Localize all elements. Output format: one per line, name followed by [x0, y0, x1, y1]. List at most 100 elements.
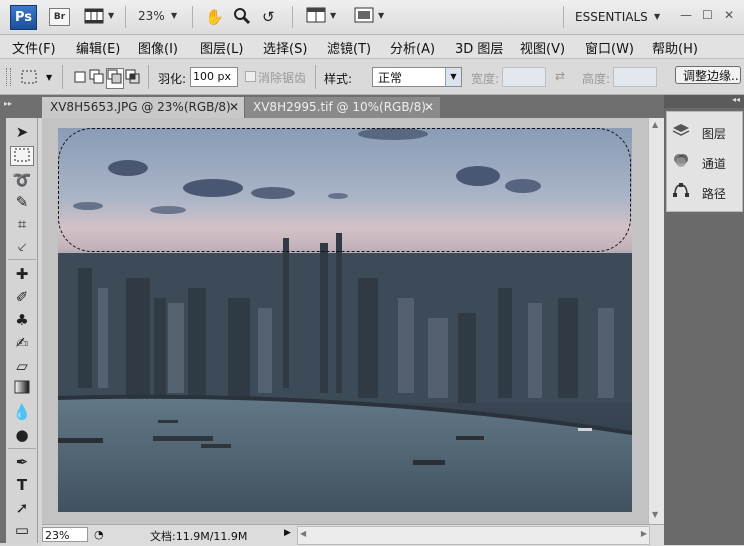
collapse-arrows-icon[interactable]: ▸▸ [4, 99, 12, 108]
gradient-tool-icon[interactable] [10, 379, 34, 399]
chevron-down-icon[interactable]: ▼ [378, 11, 384, 20]
divider [148, 65, 149, 89]
chevron-down-icon[interactable]: ▼ [330, 11, 336, 20]
options-bar: ▼ 羽化: 100 px 消除锯齿 样式: 正常 ▼ 宽度: ⇄ 高度: 调整边… [0, 59, 744, 95]
divider [563, 6, 564, 28]
style-select[interactable]: 正常 ▼ [372, 67, 462, 87]
menu-image[interactable]: 图像(I) [138, 38, 178, 57]
scroll-right-icon[interactable]: ▶ [641, 529, 647, 538]
menu-edit[interactable]: 编辑(E) [76, 38, 120, 57]
panel-item-label: 路径 [701, 187, 726, 201]
menu-bar: 文件(F) 编辑(E) 图像(I) 图层(L) 选择(S) 滤镜(T) 分析(A… [0, 35, 744, 59]
panel-item-label: 图层 [701, 127, 726, 141]
tab-label: XV8H2995.tif @ 10%(RGB/8) [253, 100, 426, 114]
history-brush-tool-icon[interactable]: ✍ [10, 333, 34, 353]
close-icon[interactable]: ✕ [229, 97, 239, 117]
brush-tool-icon[interactable]: ✐ [10, 287, 34, 307]
eyedropper-tool-icon[interactable]: ⸔ [10, 237, 34, 257]
scroll-up-icon[interactable]: ▲ [652, 120, 658, 129]
tab-document-2[interactable]: XV8H2995.tif @ 10%(RGB/8) ✕ [245, 97, 440, 118]
path-selection-tool-icon[interactable]: ➚ [10, 498, 34, 518]
swap-icon[interactable]: ⇄ [555, 69, 565, 83]
new-selection-icon[interactable] [72, 69, 88, 88]
hand-tool-icon[interactable]: ✋ [205, 7, 224, 27]
panel-item-layers[interactable]: 图层 [672, 122, 726, 144]
menu-analysis[interactable]: 分析(A) [390, 38, 435, 57]
divider [125, 6, 126, 28]
quick-selection-tool-icon[interactable]: ✎ [10, 192, 34, 212]
zoom-level[interactable]: 23% [138, 9, 165, 23]
tab-document-1[interactable]: XV8H5653.JPG @ 23%(RGB/8) ✕ [42, 97, 244, 118]
move-tool-icon[interactable]: ➤ [10, 122, 34, 142]
width-input[interactable] [502, 67, 546, 87]
zoom-input[interactable]: 23% [42, 527, 88, 542]
chevron-down-icon[interactable]: ▼ [654, 12, 660, 21]
menu-view[interactable]: 视图(V) [520, 38, 565, 57]
menu-window[interactable]: 窗口(W) [585, 38, 634, 57]
panel-item-channels[interactable]: 通道 [672, 152, 726, 174]
panel-item-paths[interactable]: 路径 [672, 182, 726, 204]
rotate-view-icon[interactable]: ↺ [262, 7, 275, 27]
minimize-icon[interactable]: — [680, 8, 692, 22]
divider [292, 6, 293, 28]
subtract-selection-icon[interactable] [106, 68, 124, 89]
style-label: 样式: [324, 72, 353, 86]
chevron-down-icon[interactable]: ▼ [46, 73, 52, 82]
collapse-arrows-icon[interactable]: ◂◂ [732, 95, 740, 104]
layers-icon [672, 122, 692, 145]
antialias-checkbox[interactable] [245, 71, 256, 82]
menu-3d[interactable]: 3D 图层 [455, 38, 503, 57]
zoom-tool-icon[interactable] [233, 7, 251, 27]
lasso-tool-icon[interactable]: ➰ [10, 170, 34, 190]
panel-item-label: 通道 [701, 157, 726, 171]
horizontal-scrollbar[interactable]: ◀ ▶ [297, 526, 650, 545]
add-selection-icon[interactable] [89, 69, 105, 88]
menu-filter[interactable]: 滤镜(T) [327, 38, 371, 57]
film-strip-icon[interactable] [84, 7, 104, 27]
crop-tool-icon[interactable]: ⌗ [10, 214, 34, 234]
screen-mode-icon[interactable] [354, 7, 374, 27]
healing-brush-tool-icon[interactable]: ✚ [10, 264, 34, 284]
marquee-tool-icon[interactable] [10, 146, 34, 166]
chevron-down-icon[interactable]: ▼ [445, 68, 461, 86]
type-tool-icon[interactable]: T [10, 475, 34, 495]
height-input[interactable] [613, 67, 657, 87]
shape-tool-icon[interactable]: ▭ [10, 520, 34, 540]
marquee-preset-icon[interactable] [20, 69, 38, 88]
width-label: 宽度: [471, 72, 500, 86]
scroll-down-icon[interactable]: ▼ [652, 510, 658, 519]
menu-file[interactable]: 文件(F) [12, 38, 56, 57]
bridge-button[interactable]: Br [49, 8, 70, 26]
status-bar: 23% ◔ 文档:11.9M/11.9M ▶ ◀ ▶ [42, 524, 664, 546]
chevron-down-icon[interactable]: ▼ [171, 11, 177, 20]
divider [315, 65, 316, 89]
dodge-tool-icon[interactable]: ● [10, 425, 34, 445]
maximize-icon[interactable]: ☐ [702, 8, 713, 22]
blur-tool-icon[interactable]: 💧 [10, 402, 34, 422]
antialias-label: 消除锯齿 [258, 71, 307, 85]
chevron-down-icon[interactable]: ▼ [108, 11, 114, 20]
eraser-tool-icon[interactable]: ▱ [10, 356, 34, 376]
divider [62, 65, 63, 89]
close-icon[interactable]: ✕ [724, 8, 734, 22]
intersect-selection-icon[interactable] [125, 69, 141, 88]
style-select-value: 正常 [378, 71, 403, 85]
vertical-scrollbar[interactable]: ▲ ▼ [648, 118, 664, 524]
feather-input[interactable]: 100 px [190, 67, 238, 87]
grip-handle[interactable] [6, 68, 11, 86]
close-icon[interactable]: ✕ [424, 97, 434, 117]
arrange-documents-icon[interactable] [306, 7, 326, 27]
status-info-icon[interactable]: ◔ [94, 528, 104, 541]
selection-marquee [58, 128, 631, 252]
clone-stamp-tool-icon[interactable]: ♣ [10, 310, 34, 330]
panel-dock-header: ◂◂ [664, 95, 744, 108]
refine-edge-button[interactable]: 调整边缘... [675, 66, 741, 84]
application-bar: Ps Br ▼ 23% ▼ ✋ ↺ ▼ ▼ ESSENTIALS ▼ — ☐ ✕ [0, 0, 744, 35]
menu-layer[interactable]: 图层(L) [200, 38, 243, 57]
pen-tool-icon[interactable]: ✒ [10, 452, 34, 472]
workspace-switcher[interactable]: ESSENTIALS [575, 10, 648, 24]
menu-select[interactable]: 选择(S) [263, 38, 307, 57]
scroll-left-icon[interactable]: ◀ [300, 529, 306, 538]
menu-help[interactable]: 帮助(H) [652, 38, 698, 57]
status-menu-arrow-icon[interactable]: ▶ [284, 528, 291, 538]
